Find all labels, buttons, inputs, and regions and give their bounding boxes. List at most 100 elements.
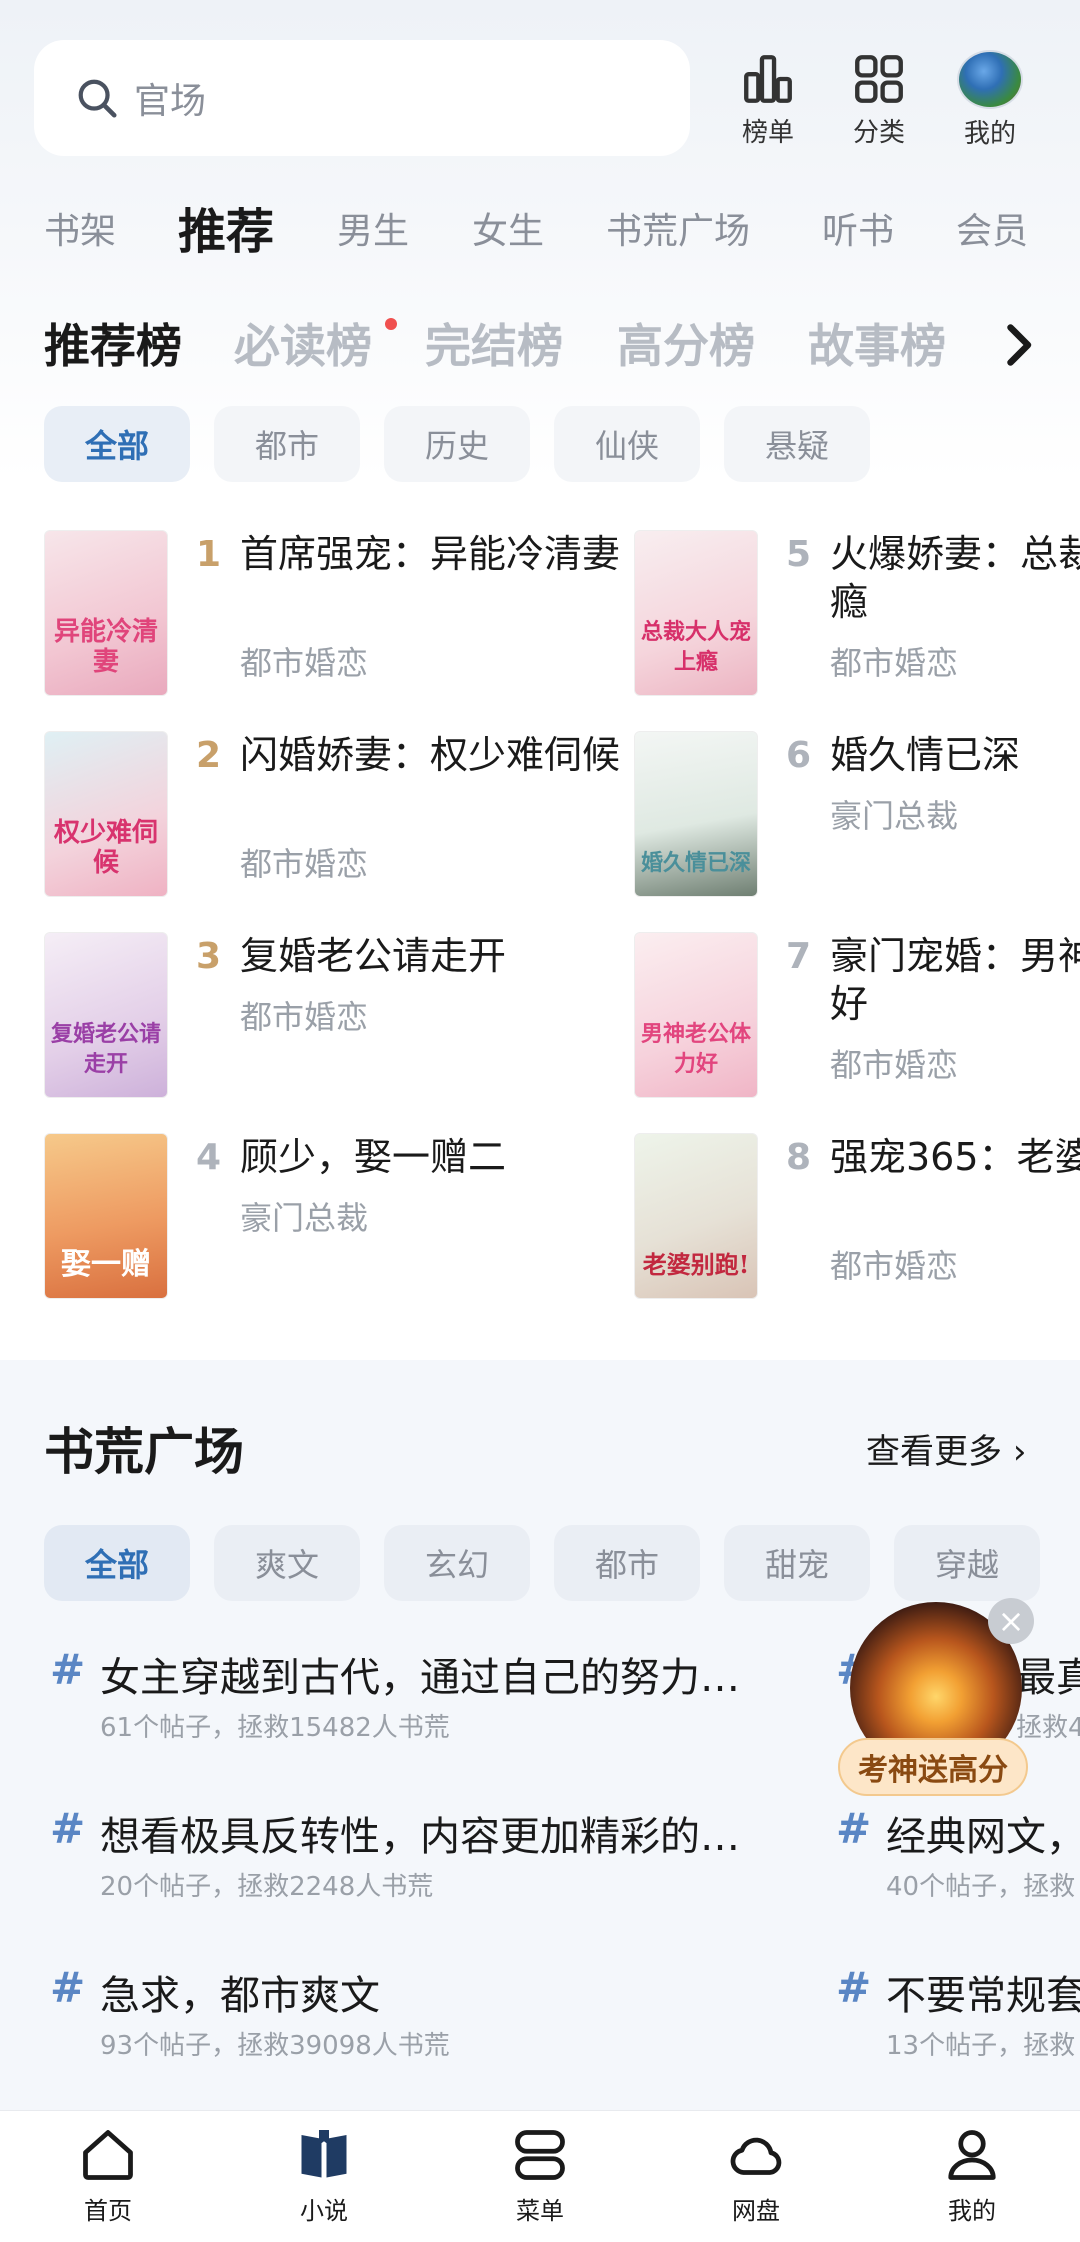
book-item[interactable]: 异能冷清妻 1 首席强宠：异能冷清妻 都市婚恋 bbox=[44, 530, 664, 710]
cloud-icon bbox=[730, 2137, 782, 2175]
user-icon bbox=[948, 2130, 996, 2180]
book-item[interactable]: 男神老公体力好 7 豪门宠婚：男神老公体力好 都市婚恋 bbox=[634, 932, 1080, 1112]
nav-cloud[interactable]: 网盘 bbox=[686, 2125, 826, 2237]
rank-tab-completed[interactable]: 完结榜 bbox=[425, 310, 563, 376]
ranking-label: 榜单 bbox=[741, 118, 794, 148]
rank-number: 3 bbox=[196, 936, 222, 977]
book-title: 强宠365：老婆别跑! bbox=[830, 1135, 1080, 1179]
hash-icon: # bbox=[50, 1963, 86, 2012]
topic-title: 想看极具反转性，内容更加精彩的… bbox=[100, 1814, 740, 1860]
book-item[interactable]: 老婆别跑! 8 强宠365：老婆别跑! 都市婚恋 bbox=[634, 1133, 1080, 1313]
topic-meta: 93个帖子，拯救39098人书荒 bbox=[100, 2031, 450, 2061]
book-title: 顾少，娶一赠二 bbox=[240, 1135, 507, 1179]
search-bar[interactable]: 官场 bbox=[34, 40, 690, 156]
book-cover: 复婚老公请走开 bbox=[44, 932, 168, 1098]
topic-meta: 20个帖子，拯救2248人书荒 bbox=[100, 1872, 434, 1902]
topic-meta: 40个帖子，拯救 bbox=[886, 1872, 1076, 1902]
rank-number: 5 bbox=[786, 534, 812, 575]
tab-female[interactable]: 女生 bbox=[472, 202, 544, 254]
topic-item[interactable]: # 不要常规套 13个帖子，拯救 bbox=[836, 1963, 1080, 2073]
tab-vip[interactable]: 会员 bbox=[956, 202, 1028, 254]
chip-xianxia[interactable]: 仙侠 bbox=[554, 406, 700, 482]
tab-audiobook[interactable]: 听书 bbox=[822, 202, 894, 254]
grid-icon bbox=[855, 55, 903, 103]
book-cover: 异能冷清妻 bbox=[44, 530, 168, 696]
book-icon bbox=[301, 2130, 347, 2178]
tab-book-square[interactable]: 书荒广场 bbox=[606, 202, 750, 254]
nav-home[interactable]: 首页 bbox=[38, 2125, 178, 2237]
rank-tab-must-read[interactable]: 必读榜 bbox=[234, 310, 372, 376]
square-chip-fantasy[interactable]: 玄幻 bbox=[384, 1525, 530, 1601]
cover-title: 男神老公体力好 bbox=[640, 1021, 751, 1077]
book-item[interactable]: 娶一赠 4 顾少，娶一赠二 豪门总裁 bbox=[44, 1133, 664, 1313]
book-item[interactable]: 复婚老公请走开 3 复婚老公请走开 都市婚恋 bbox=[44, 932, 664, 1112]
bottom-nav: 首页 小说 菜单 网盘 我的 bbox=[0, 2110, 1080, 2242]
book-item[interactable]: 总裁大人宠上瘾 5 火爆娇妻：总裁大人宠上瘾 都市婚恋 bbox=[634, 530, 1080, 710]
floating-promo[interactable]: × 考神送高分 bbox=[838, 1598, 1038, 1798]
topic-item[interactable]: # 急求，都市爽文 93个帖子，拯救39098人书荒 bbox=[50, 1963, 790, 2073]
close-icon[interactable]: × bbox=[988, 1598, 1034, 1644]
cover-title: 异能冷清妻 bbox=[53, 617, 158, 677]
nav-home-label: 首页 bbox=[84, 2197, 132, 2225]
rank-number: 6 bbox=[786, 735, 812, 776]
nav-novel[interactable]: 小说 bbox=[254, 2125, 394, 2237]
topic-item[interactable]: # 女主穿越到古代，通过自己的努力… 61个帖子，拯救15482人书荒 bbox=[50, 1645, 790, 1755]
chevron-right-icon[interactable] bbox=[1000, 320, 1036, 370]
tab-male[interactable]: 男生 bbox=[337, 202, 409, 254]
top-tab-bar: 书架 推荐 男生 女生 书荒广场 听书 会员 bbox=[0, 190, 1080, 260]
view-more-link[interactable]: 查看更多 › bbox=[866, 1424, 1026, 1473]
book-category: 都市婚恋 bbox=[240, 845, 369, 883]
square-chip-all[interactable]: 全部 bbox=[44, 1525, 190, 1601]
rank-number: 7 bbox=[786, 936, 812, 977]
book-cover: 娶一赠 bbox=[44, 1133, 168, 1299]
book-item[interactable]: 权少难伺候 2 闪婚娇妻：权少难伺候 都市婚恋 bbox=[44, 731, 664, 911]
book-title: 婚久情已深 bbox=[830, 733, 1021, 777]
topic-item[interactable]: # 经典网文， 40个帖子，拯救 bbox=[836, 1804, 1080, 1914]
chip-all[interactable]: 全部 bbox=[44, 406, 190, 482]
cover-title: 娶一赠 bbox=[61, 1247, 151, 1282]
cover-title: 总裁大人宠上瘾 bbox=[640, 619, 751, 675]
promo-label: 考神送高分 bbox=[838, 1738, 1028, 1796]
chevron-right-icon: › bbox=[1012, 1432, 1027, 1472]
book-title: 首席强宠：异能冷清妻 bbox=[240, 532, 621, 576]
ranking-button[interactable]: 榜单 bbox=[713, 50, 823, 150]
square-chip-urban[interactable]: 都市 bbox=[554, 1525, 700, 1601]
tab-bookshelf[interactable]: 书架 bbox=[44, 202, 116, 254]
cover-title: 老婆别跑! bbox=[642, 1250, 750, 1279]
book-title: 闪婚娇妻：权少难伺候 bbox=[240, 733, 621, 777]
nav-menu-label: 菜单 bbox=[516, 2197, 564, 2225]
category-button[interactable]: 分类 bbox=[824, 50, 934, 150]
tab-recommend[interactable]: 推荐 bbox=[178, 192, 274, 262]
avatar bbox=[957, 50, 1023, 109]
nav-menu[interactable]: 菜单 bbox=[470, 2125, 610, 2237]
square-chip-shuangwen[interactable]: 爽文 bbox=[214, 1525, 360, 1601]
chip-urban[interactable]: 都市 bbox=[214, 406, 360, 482]
book-category: 都市婚恋 bbox=[830, 1247, 959, 1285]
bar-chart-icon bbox=[744, 55, 792, 103]
rank-tab-story[interactable]: 故事榜 bbox=[808, 310, 946, 376]
rank-number: 1 bbox=[196, 534, 222, 575]
topic-title: 急求，都市爽文 bbox=[100, 1973, 380, 2019]
book-category: 豪门总裁 bbox=[830, 797, 959, 835]
topic-item[interactable]: # 想看极具反转性，内容更加精彩的… 20个帖子，拯救2248人书荒 bbox=[50, 1804, 790, 1914]
rank-tab-high-score[interactable]: 高分榜 bbox=[617, 310, 755, 376]
rank-tab-recommend[interactable]: 推荐榜 bbox=[44, 310, 182, 376]
hash-icon: # bbox=[50, 1645, 86, 1694]
book-cover: 总裁大人宠上瘾 bbox=[634, 530, 758, 696]
search-icon bbox=[78, 79, 117, 118]
square-chip-time-travel[interactable]: 穿越 bbox=[894, 1525, 1040, 1601]
book-category: 都市婚恋 bbox=[830, 1046, 959, 1084]
search-placeholder: 官场 bbox=[134, 81, 207, 122]
book-title: 火爆娇妻：总裁大人宠上瘾 bbox=[830, 532, 1080, 624]
home-icon bbox=[83, 2130, 133, 2180]
nav-profile[interactable]: 我的 bbox=[902, 2125, 1042, 2237]
chip-history[interactable]: 历史 bbox=[384, 406, 530, 482]
profile-button[interactable]: 我的 bbox=[935, 50, 1045, 150]
chip-mystery[interactable]: 悬疑 bbox=[724, 406, 870, 482]
rank-number: 2 bbox=[196, 735, 222, 776]
cover-title: 复婚老公请走开 bbox=[50, 1021, 161, 1077]
square-chip-sweet[interactable]: 甜宠 bbox=[724, 1525, 870, 1601]
new-badge-dot bbox=[385, 318, 397, 330]
hash-icon: # bbox=[836, 1963, 872, 2012]
book-item[interactable]: 婚久情已深 6 婚久情已深 豪门总裁 bbox=[634, 731, 1080, 911]
